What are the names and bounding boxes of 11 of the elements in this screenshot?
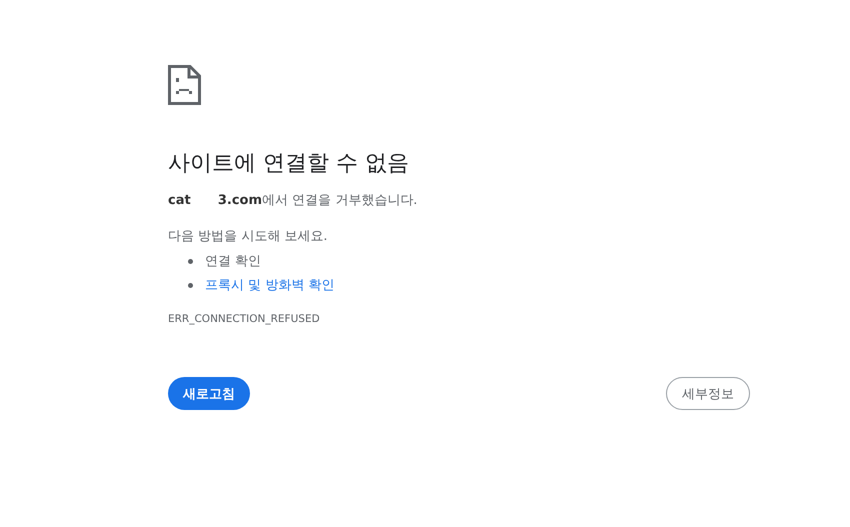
suggestion-text: 연결 확인 [205,253,262,270]
sad-page-icon [168,65,201,105]
proxy-firewall-link[interactable]: 프록시 및 방화벽 확인 [205,276,334,294]
details-button[interactable]: 세부정보 [666,377,750,410]
reload-button[interactable]: 새로고침 [168,377,250,410]
error-title: 사이트에 연결할 수 없음 [168,150,410,178]
suggestions-heading: 다음 방법을 시도해 보세요. [168,228,329,246]
bullet-icon [188,258,193,264]
bullet-icon [188,282,193,288]
error-message: cat 3.com에서 연결을 거부했습니다. [168,192,418,210]
error-code: ERR_CONNECTION_REFUSED [168,313,321,325]
